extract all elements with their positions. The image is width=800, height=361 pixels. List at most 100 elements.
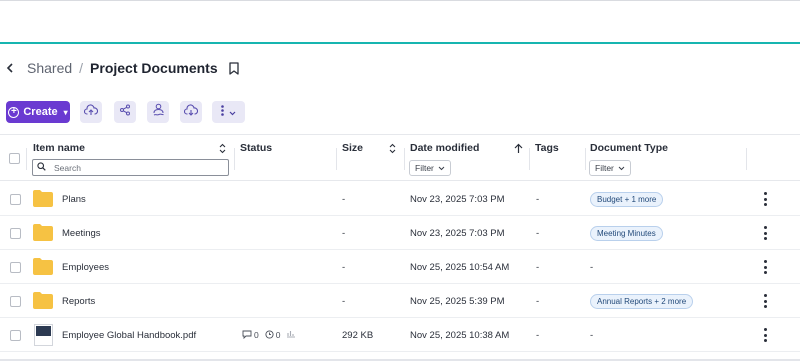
create-button[interactable]: + Create ▾: [6, 101, 70, 123]
pdf-thumbnail: [34, 324, 53, 346]
item-size: 292 KB: [342, 329, 374, 341]
comments-status[interactable]: 0: [242, 330, 259, 341]
table-header: Item name Search Status Size Date modifi…: [0, 134, 800, 181]
column-header-date-modified[interactable]: Date modified: [410, 142, 479, 154]
table-row[interactable]: Employee Global Handbook.pdf 0 0 292 KB …: [0, 318, 800, 352]
column-divider: [336, 148, 337, 170]
column-divider: [746, 148, 747, 170]
cloud-download-icon: [183, 103, 199, 121]
chevron-down-icon: [618, 163, 625, 173]
column-divider: [404, 148, 405, 170]
document-type-value: -: [590, 261, 594, 273]
page-title: Project Documents: [90, 60, 218, 76]
row-more-icon[interactable]: [763, 260, 767, 274]
document-type-badge[interactable]: Budget + 1 more: [590, 191, 664, 207]
views-status[interactable]: 0: [265, 329, 281, 341]
column-divider: [529, 148, 530, 170]
top-header-bar: [0, 0, 800, 44]
search-input[interactable]: Search: [32, 159, 229, 176]
document-type-badge[interactable]: Annual Reports + 2 more: [590, 293, 694, 309]
comments-count: 0: [254, 330, 259, 340]
item-name[interactable]: Employee Global Handbook.pdf: [62, 318, 196, 352]
date-filter-button[interactable]: Filter: [409, 160, 451, 176]
folder-icon: [33, 190, 53, 207]
row-more-icon[interactable]: [763, 192, 767, 206]
item-date-modified: Nov 25, 2025 10:38 AM: [410, 329, 510, 341]
create-button-label: Create: [23, 106, 58, 118]
row-checkbox[interactable]: [10, 194, 21, 205]
table-row[interactable]: Employees - Nov 25, 2025 10:54 AM - -: [0, 250, 800, 284]
document-type-value: -: [590, 329, 594, 341]
document-type-filter-button[interactable]: Filter: [589, 160, 631, 176]
item-date-modified: Nov 25, 2025 5:39 PM: [410, 295, 505, 307]
row-checkbox[interactable]: [10, 228, 21, 239]
folder-icon: [33, 258, 53, 275]
more-vertical-icon: [221, 103, 224, 121]
more-actions-button[interactable]: [212, 101, 245, 123]
document-type-badge[interactable]: Meeting Minutes: [590, 225, 663, 241]
column-divider: [585, 148, 586, 170]
column-divider: [234, 148, 235, 170]
sort-ascending-icon[interactable]: [514, 141, 523, 159]
column-header-item-name[interactable]: Item name: [33, 142, 85, 154]
item-name[interactable]: Meetings: [62, 216, 101, 250]
sort-toggle-icon[interactable]: [219, 141, 226, 159]
chevron-down-icon: [438, 163, 445, 173]
share-icon: [119, 103, 131, 121]
download-button[interactable]: [180, 101, 202, 123]
plus-circle-icon: +: [8, 106, 20, 118]
item-tags: -: [536, 227, 540, 239]
folder-icon: [33, 292, 53, 309]
column-header-tags[interactable]: Tags: [535, 142, 559, 154]
analytics-icon[interactable]: [286, 329, 296, 341]
breadcrumb-shared-link[interactable]: Shared: [27, 60, 72, 76]
search-placeholder: Search: [54, 162, 81, 173]
views-count: 0: [275, 330, 281, 340]
user-sign-icon: [152, 103, 165, 121]
row-more-icon[interactable]: [763, 328, 767, 342]
table-row[interactable]: Plans - Nov 23, 2025 7:03 PM - Budget + …: [0, 182, 800, 216]
folder-icon: [33, 224, 53, 241]
chevron-down-icon: ▾: [63, 107, 68, 117]
cloud-upload-icon: [83, 103, 99, 121]
item-name[interactable]: Plans: [62, 182, 86, 216]
column-header-size[interactable]: Size: [342, 142, 363, 154]
sort-toggle-icon[interactable]: [389, 141, 396, 159]
table-row[interactable]: Meetings - Nov 23, 2025 7:03 PM - Meetin…: [0, 216, 800, 250]
row-more-icon[interactable]: [763, 226, 767, 240]
back-chevron-icon[interactable]: [6, 58, 20, 78]
item-date-modified: Nov 23, 2025 7:03 PM: [410, 193, 505, 205]
item-size: -: [342, 227, 346, 239]
request-signature-button[interactable]: [147, 101, 169, 123]
select-all-checkbox[interactable]: [9, 153, 20, 164]
breadcrumb: Shared / Project Documents: [6, 58, 239, 78]
item-tags: -: [536, 295, 540, 307]
item-size: -: [342, 193, 346, 205]
item-date-modified: Nov 23, 2025 7:03 PM: [410, 227, 505, 239]
breadcrumb-separator: /: [79, 60, 84, 76]
row-checkbox[interactable]: [10, 262, 21, 273]
column-header-document-type[interactable]: Document Type: [590, 142, 668, 154]
item-tags: -: [536, 261, 540, 273]
row-checkbox[interactable]: [10, 330, 21, 341]
column-divider: [26, 148, 27, 170]
toolbar: + Create ▾: [6, 101, 70, 123]
search-icon: [37, 162, 46, 173]
comment-icon: [242, 330, 252, 341]
item-date-modified: Nov 25, 2025 10:54 AM: [410, 261, 510, 273]
upload-button[interactable]: [80, 101, 102, 123]
item-tags: -: [536, 329, 540, 341]
item-name[interactable]: Reports: [62, 284, 95, 318]
date-filter-label: Filter: [415, 163, 434, 173]
share-button[interactable]: [114, 101, 136, 123]
item-size: -: [342, 295, 346, 307]
column-header-status[interactable]: Status: [240, 142, 272, 154]
row-checkbox[interactable]: [10, 296, 21, 307]
item-tags: -: [536, 193, 540, 205]
table-row[interactable]: Reports - Nov 25, 2025 5:39 PM - Annual …: [0, 284, 800, 318]
chevron-down-icon: [229, 103, 236, 121]
row-more-icon[interactable]: [763, 294, 767, 308]
item-name[interactable]: Employees: [62, 250, 109, 284]
item-size: -: [342, 261, 346, 273]
bookmark-icon[interactable]: [228, 61, 239, 75]
